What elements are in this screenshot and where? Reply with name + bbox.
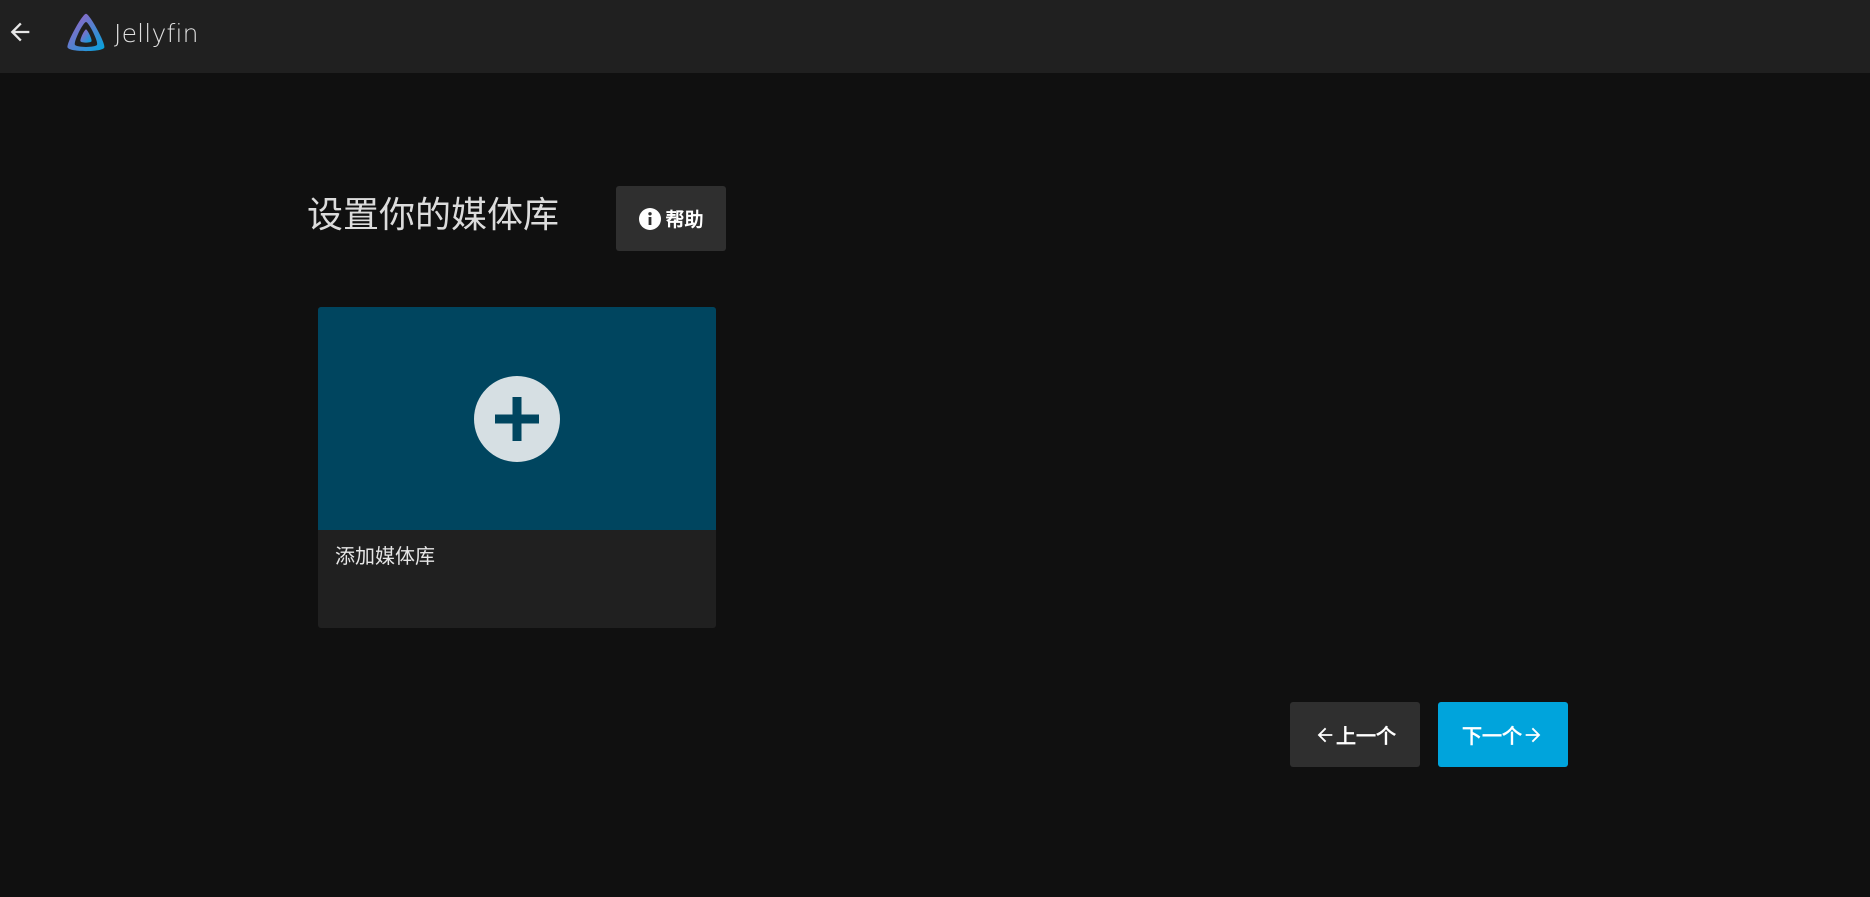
header-bar: Jellyfin xyxy=(0,0,1870,73)
previous-button[interactable]: 上一个 xyxy=(1290,702,1420,767)
add-circle-icon xyxy=(474,375,560,462)
back-button[interactable] xyxy=(4,14,36,50)
help-button-label: 帮助 xyxy=(665,209,704,231)
info-icon xyxy=(639,207,662,230)
arrow-left-icon xyxy=(10,22,30,42)
add-library-card[interactable]: 添加媒体库 xyxy=(318,307,716,628)
next-button[interactable]: 下一个 xyxy=(1438,702,1568,767)
app-name: Jellyfin xyxy=(114,18,199,48)
arrow-right-icon xyxy=(1525,727,1541,742)
help-button[interactable]: 帮助 xyxy=(616,186,726,251)
next-button-label: 下一个 xyxy=(1462,724,1522,748)
jellyfin-logo-icon xyxy=(67,13,105,52)
add-library-card-image xyxy=(318,307,716,530)
page-title: 设置你的媒体库 xyxy=(307,195,560,236)
app-logo[interactable]: Jellyfin xyxy=(64,11,199,55)
previous-button-label: 上一个 xyxy=(1336,724,1396,748)
add-library-card-label: 添加媒体库 xyxy=(335,544,435,568)
arrow-left-icon xyxy=(1317,727,1333,742)
